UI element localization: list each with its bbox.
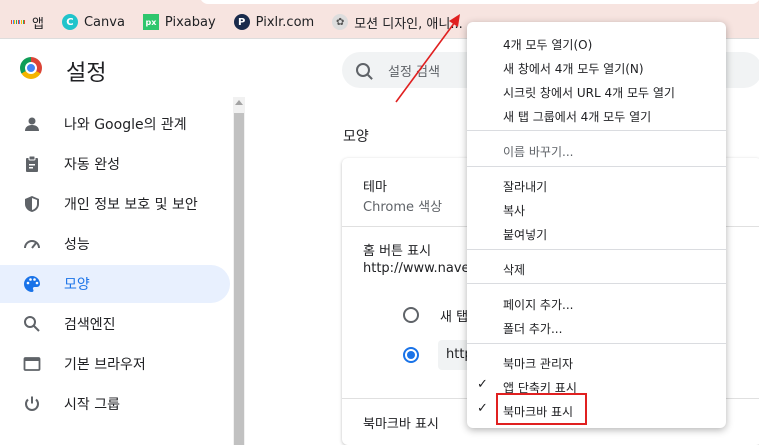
menu-separator [467,166,726,167]
menu-item-open-all-incognito[interactable]: 시크릿 창에서 URL 4개 모두 열기 [503,84,675,101]
menu-item-rename[interactable]: 이름 바꾸기... [503,143,573,160]
menu-separator [467,249,726,250]
annotation-highlight-box [496,393,587,425]
checkmark-icon: ✓ [477,401,488,416]
menu-item-open-all-tab-group[interactable]: 새 탭 그룹에서 4개 모두 열기 [503,108,651,125]
menu-item-add-folder[interactable]: 폴더 추가... [503,320,562,337]
menu-item-open-all[interactable]: 4개 모두 열기(O) [503,36,592,53]
menu-item-bookmark-manager[interactable]: 북마크 관리자 [503,355,573,372]
menu-separator [467,343,726,344]
menu-separator [467,283,726,284]
menu-item-copy[interactable]: 복사 [503,202,525,219]
checkmark-icon: ✓ [477,377,488,392]
menu-item-cut[interactable]: 잘라내기 [503,178,547,195]
menu-separator [467,130,726,131]
bookmark-context-menu: 4개 모두 열기(O) 새 창에서 4개 모두 열기(N) 시크릿 창에서 UR… [467,22,726,428]
menu-item-add-page[interactable]: 페이지 추가... [503,296,573,313]
menu-item-paste[interactable]: 붙여넣기 [503,226,547,243]
menu-item-delete[interactable]: 삭제 [503,261,525,278]
menu-item-open-all-new-window[interactable]: 새 창에서 4개 모두 열기(N) [503,60,644,77]
